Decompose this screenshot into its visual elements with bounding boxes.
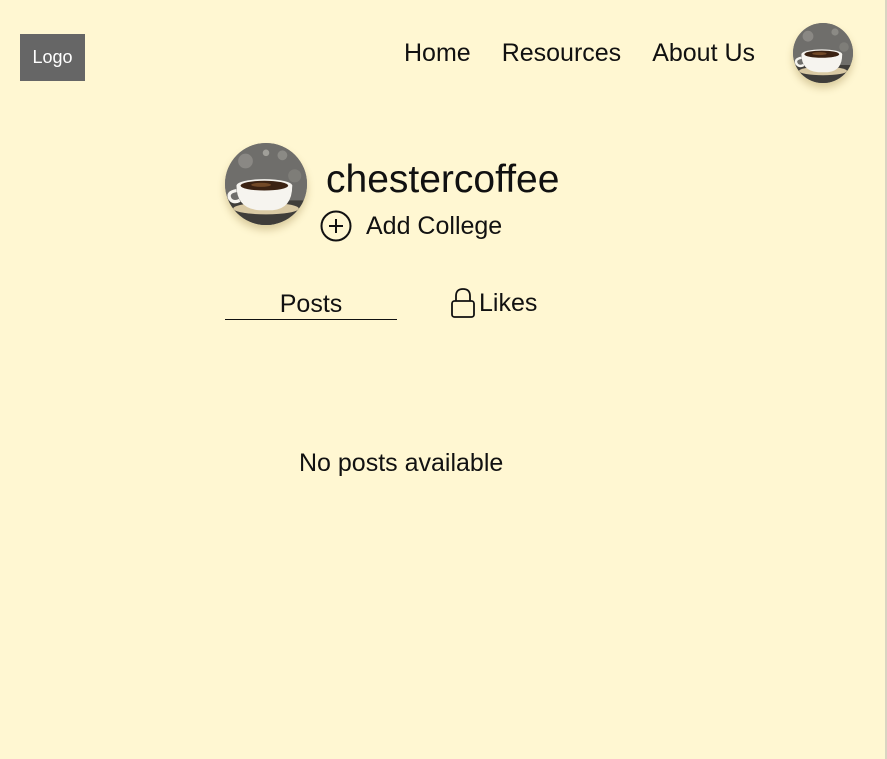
tab-posts-label: Posts bbox=[279, 290, 343, 318]
main-nav: Home Resources About Us bbox=[404, 36, 755, 70]
nav-link-about-us[interactable]: About Us bbox=[652, 39, 755, 68]
nav-link-home[interactable]: Home bbox=[404, 39, 471, 68]
tab-likes-label: Likes bbox=[479, 288, 538, 317]
coffee-cup-avatar-icon bbox=[793, 23, 853, 83]
tab-likes[interactable]: Likes bbox=[450, 286, 537, 320]
logo[interactable]: Logo bbox=[20, 34, 85, 81]
logo-label: Logo bbox=[32, 47, 73, 67]
lock-icon bbox=[451, 288, 475, 318]
tab-posts[interactable]: Posts bbox=[225, 289, 397, 320]
profile-username: chestercoffee bbox=[326, 158, 560, 201]
profile-avatar bbox=[225, 143, 307, 225]
user-menu-avatar[interactable] bbox=[793, 23, 853, 83]
add-college-button[interactable]: Add College bbox=[320, 209, 502, 243]
plus-circle-icon bbox=[320, 210, 352, 242]
nav-link-resources[interactable]: Resources bbox=[502, 39, 622, 68]
empty-state-message: No posts available bbox=[299, 449, 504, 477]
add-college-label: Add College bbox=[366, 211, 503, 240]
coffee-cup-avatar-icon bbox=[225, 143, 307, 225]
